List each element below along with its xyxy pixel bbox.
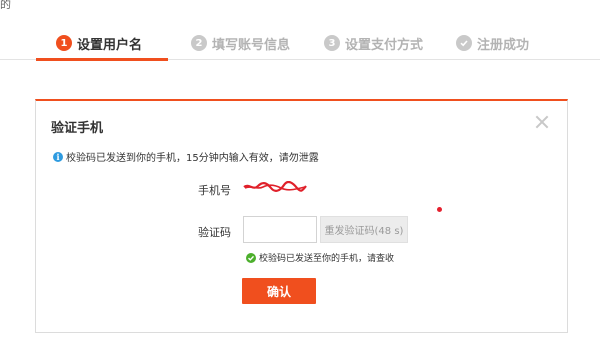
red-dot-marker [437, 207, 442, 212]
verification-code-input[interactable] [243, 216, 317, 243]
registration-steps: 1 设置用户名 2 填写账号信息 3 设置支付方式 注册成功 [0, 28, 600, 61]
step-label: 设置支付方式 [345, 38, 424, 53]
check-circle-icon [246, 252, 256, 263]
sent-text: 校验码已发送至你的手机，请查收 [259, 254, 395, 264]
step-number-1: 1 [56, 35, 72, 51]
step-number-2: 2 [191, 35, 207, 51]
confirm-button[interactable]: 确认 [242, 278, 316, 304]
step-label: 设置用户名 [77, 38, 143, 53]
active-step-underline [36, 58, 168, 61]
sent-confirmation: 校验码已发送至你的手机，请查收 [246, 251, 394, 264]
step-label: 填写账号信息 [212, 38, 291, 53]
step-payment-method: 3 设置支付方式 [324, 34, 423, 60]
check-circle-icon [456, 35, 472, 51]
dialog-title: 验证手机 [51, 121, 104, 136]
step-label: 注册成功 [477, 38, 530, 53]
close-icon[interactable] [535, 115, 549, 129]
step-account-info: 2 填写账号信息 [191, 34, 290, 60]
info-message: i 校验码已发送到你的手机，15分钟内输入有效，请勿泄露 [53, 149, 319, 164]
verify-phone-dialog: 验证手机 i 校验码已发送到你的手机，15分钟内输入有效，请勿泄露 手机号 **… [35, 99, 568, 333]
info-text: 校验码已发送到你的手机，15分钟内输入有效，请勿泄露 [66, 153, 319, 164]
step-set-username: 1 设置用户名 [56, 34, 142, 60]
info-icon: i [53, 151, 63, 162]
phone-label: 手机号 [198, 184, 231, 197]
corner-text: 的 [0, 0, 11, 11]
resend-code-button[interactable]: 重发验证码(48 s) [320, 216, 408, 243]
code-label: 验证码 [198, 226, 231, 239]
step-register-success: 注册成功 [456, 34, 529, 60]
step-number-3: 3 [324, 35, 340, 51]
